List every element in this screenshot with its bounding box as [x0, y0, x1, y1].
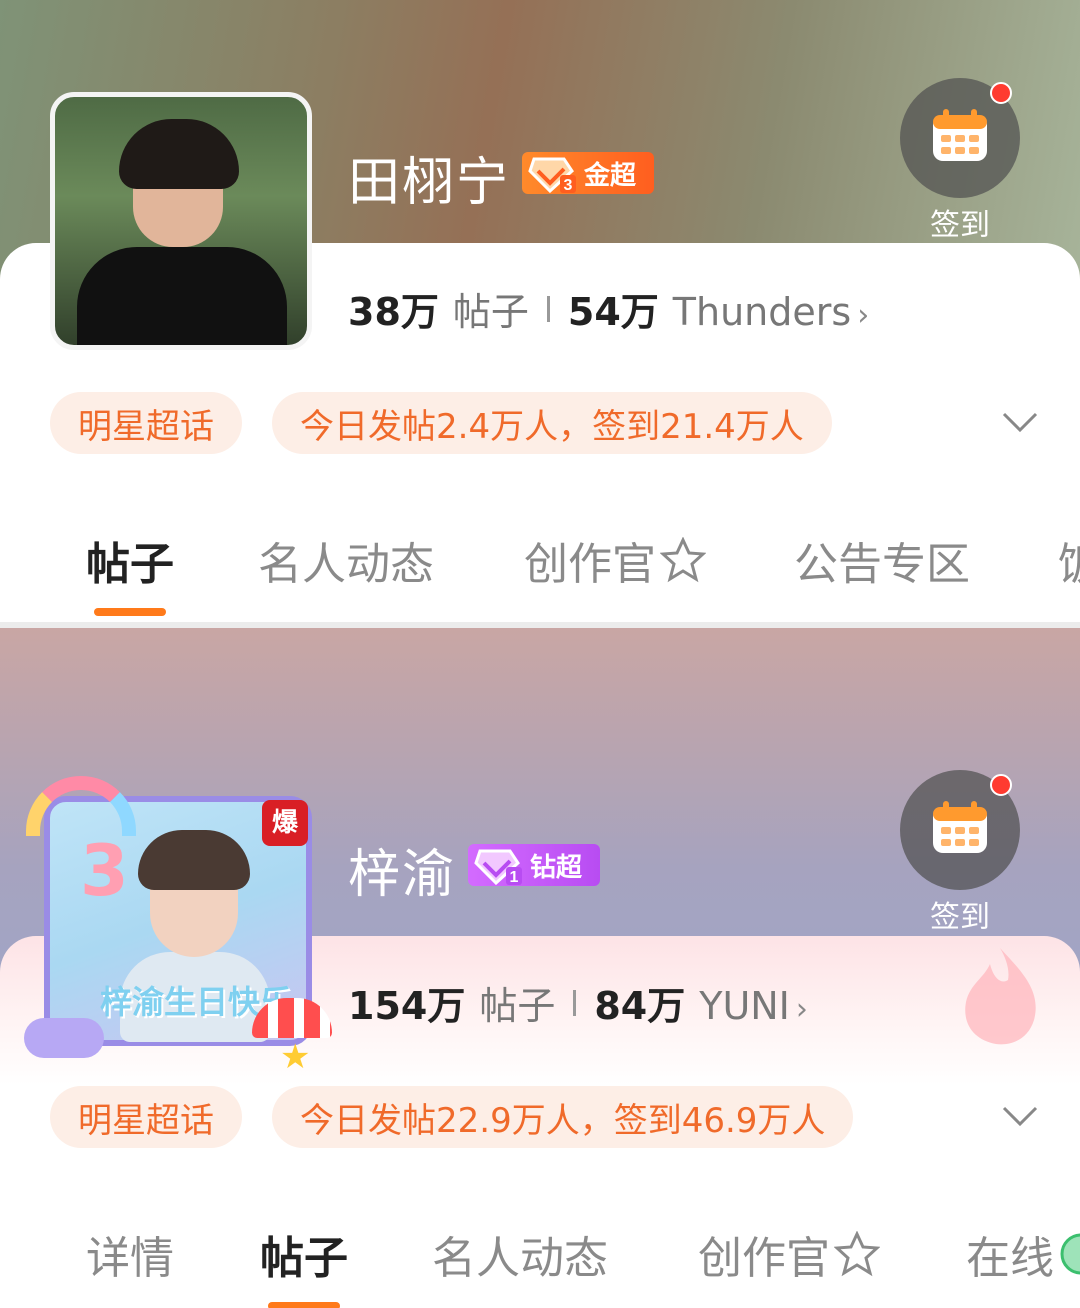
level-badge[interactable]: 1 钻超 — [468, 844, 600, 886]
notification-dot — [990, 82, 1012, 104]
chevron-right-icon: › — [857, 298, 870, 333]
tab-online[interactable]: 在线 — [966, 1222, 1080, 1286]
chevron-right-icon: › — [795, 992, 808, 1027]
diamond-icon: 1 — [468, 844, 530, 886]
tag-row: 明星超话 今日发帖22.9万人，签到46.9万人 — [50, 1086, 883, 1148]
level-label: 钻超 — [530, 852, 583, 883]
svg-text:1: 1 — [510, 869, 519, 885]
checkin-button[interactable]: 签到 — [900, 770, 1020, 936]
tab-label: 创作官 — [524, 539, 656, 590]
divider — [573, 989, 577, 1016]
checkin-button[interactable]: 签到 — [900, 78, 1020, 244]
fans-count: 84万 — [594, 984, 686, 1028]
tab-label: 详情 — [86, 1233, 174, 1284]
parachute-decoration: ★ — [252, 998, 332, 1074]
topic-card-ziyu: 3 梓渝生日快乐 爆 ★ 梓渝 1 钻超 签到 154万 帖子 84万 YUNI… — [0, 628, 1080, 1308]
chevron-down-icon[interactable] — [1000, 1096, 1040, 1136]
avatar-decoration: 3 — [80, 830, 129, 912]
posts-unit: 帖子 — [452, 290, 529, 334]
svg-text:3: 3 — [564, 177, 573, 193]
checkin-label: 签到 — [930, 900, 990, 935]
notification-dot — [990, 774, 1012, 796]
cloud-decoration — [24, 1018, 104, 1058]
level-badge[interactable]: 3 金超 — [522, 152, 654, 194]
tab-creator[interactable]: 创作官 — [698, 1222, 881, 1286]
chat-icon — [1058, 1231, 1080, 1277]
tab-details[interactable]: 详情 — [86, 1222, 174, 1286]
star-icon — [659, 536, 707, 583]
tab-label: 名人动态 — [258, 539, 434, 590]
tab-bar: 帖子 名人动态 创作官 公告专区 饭 — [0, 528, 1080, 618]
tab-label: 帖子 — [260, 1233, 348, 1284]
flame-icon — [950, 940, 1050, 1050]
rainbow-decoration — [26, 776, 136, 836]
stats-row[interactable]: 38万 帖子 54万 Thunders › — [348, 281, 869, 336]
diamond-icon: 3 — [522, 152, 584, 194]
star-icon — [833, 1230, 881, 1277]
active-indicator — [94, 608, 166, 616]
checkin-label: 签到 — [930, 208, 990, 243]
active-indicator — [268, 1302, 340, 1308]
divider — [546, 295, 550, 322]
activity-tag[interactable]: 今日发帖2.4万人，签到21.4万人 — [272, 392, 832, 454]
posts-count: 38万 — [348, 290, 439, 334]
tab-label: 帖子 — [86, 539, 174, 590]
tab-label: 饭 — [1058, 528, 1080, 592]
topic-name: 梓渝 — [348, 845, 457, 905]
topic-card-tianxuning: 田栩宁 3 金超 签到 38万 帖子 54万 Thunders › 明星超话 今… — [0, 0, 1080, 622]
fans-count: 54万 — [567, 290, 659, 334]
tab-creator[interactable]: 创作官 — [524, 528, 707, 592]
tab-bar: 详情 帖子 名人动态 创作官 在线 — [0, 1222, 1080, 1308]
fans-unit: Thunders — [672, 290, 852, 334]
avatar[interactable] — [50, 92, 312, 350]
calendar-icon — [929, 105, 991, 171]
tab-celebrity-news[interactable]: 名人动态 — [258, 528, 434, 592]
tab-label: 名人动态 — [432, 1233, 608, 1284]
hot-badge: 爆 — [262, 800, 308, 846]
avatar[interactable]: 3 梓渝生日快乐 爆 ★ — [24, 776, 332, 1074]
tab-posts[interactable]: 帖子 — [260, 1222, 348, 1308]
tab-more[interactable]: 饭 — [1058, 528, 1080, 592]
tag-row: 明星超话 今日发帖2.4万人，签到21.4万人 — [50, 392, 862, 454]
calendar-icon — [929, 797, 991, 863]
level-label: 金超 — [584, 160, 637, 191]
posts-unit: 帖子 — [479, 984, 556, 1028]
posts-count: 154万 — [348, 984, 466, 1028]
topic-name: 田栩宁 — [348, 153, 511, 213]
tab-celebrity-news[interactable]: 名人动态 — [432, 1222, 608, 1286]
chevron-down-icon[interactable] — [1000, 402, 1040, 442]
tab-announcements[interactable]: 公告专区 — [794, 528, 970, 592]
tab-label: 公告专区 — [794, 539, 970, 590]
tab-posts[interactable]: 帖子 — [86, 528, 174, 616]
tab-label: 在线 — [966, 1233, 1054, 1284]
activity-tag[interactable]: 今日发帖22.9万人，签到46.9万人 — [272, 1086, 854, 1148]
tab-label: 创作官 — [698, 1233, 830, 1284]
category-tag[interactable]: 明星超话 — [50, 1086, 242, 1148]
stats-row[interactable]: 154万 帖子 84万 YUNI › — [348, 975, 808, 1030]
category-tag[interactable]: 明星超话 — [50, 392, 242, 454]
fans-unit: YUNI — [699, 984, 790, 1028]
